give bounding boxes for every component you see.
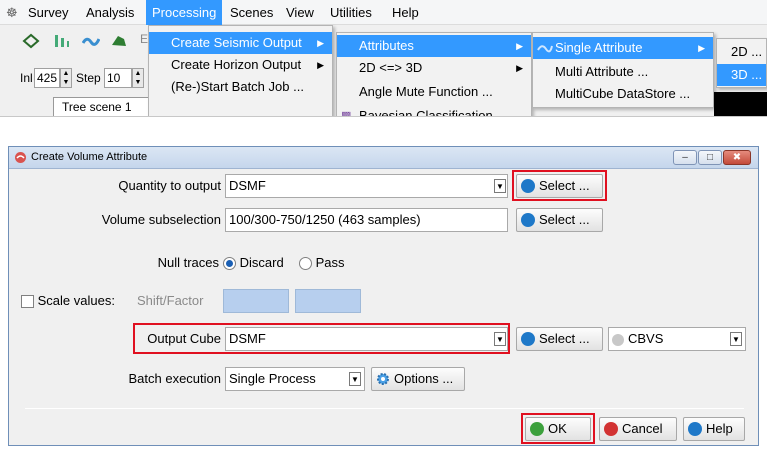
scale-values-option[interactable]: Scale values:: [21, 289, 115, 313]
batch-dropdown-arrow-icon[interactable]: ▼: [349, 372, 361, 386]
dialog-separator: [25, 408, 744, 409]
menu-processing[interactable]: Processing: [146, 0, 223, 25]
menu-item-angle-mute-function[interactable]: Angle Mute Function ...: [337, 81, 531, 103]
pass-radio[interactable]: [299, 257, 312, 271]
dialog-app-icon: [15, 152, 26, 163]
help-icon: [688, 421, 702, 436]
submenu-arrow-icon: ▶: [698, 43, 705, 53]
move-tool-icon[interactable]: [22, 33, 40, 49]
menu-item-create-seismic-output[interactable]: Create Seismic Output ▶: [149, 32, 332, 54]
menu-item-multi-attribute[interactable]: Multi Attribute ...: [533, 61, 713, 83]
app-icon: ☸: [6, 5, 18, 20]
submenu-arrow-icon: ▶: [516, 41, 523, 51]
menu-item-2d[interactable]: 2D ...: [717, 41, 766, 63]
horizon-tool-icon[interactable]: [82, 33, 100, 49]
quantity-dropdown-arrow-icon[interactable]: ▼: [494, 179, 506, 193]
viewer-canvas: [714, 92, 767, 116]
output-cube-label: Output Cube: [147, 331, 221, 346]
menu-item-attributes[interactable]: Attributes ▶: [337, 35, 531, 57]
factor-field: [295, 289, 361, 313]
inl-input[interactable]: 425: [34, 68, 60, 88]
options-button[interactable]: Options ...: [371, 367, 465, 391]
step-input[interactable]: 10: [104, 68, 132, 88]
volume-subselection-field[interactable]: 100/300-750/1250 (463 samples): [225, 208, 508, 232]
maximize-button[interactable]: □: [698, 150, 722, 165]
menu-item-single-attribute[interactable]: Single Attribute ▶: [533, 37, 713, 59]
quantity-label: Quantity to output: [118, 178, 221, 193]
shift-factor-label: Shift/Factor: [137, 293, 204, 308]
submenu-arrow-icon: ▶: [317, 60, 324, 70]
minimize-button[interactable]: –: [673, 150, 697, 165]
dialog-titlebar: Create Volume Attribute – □ ✖: [9, 147, 758, 169]
menu-view[interactable]: View: [280, 0, 320, 25]
menu-item-bayesian-classification[interactable]: ▩ Bayesian Classification: [337, 105, 531, 117]
step-label: Step: [76, 71, 101, 85]
null-traces-discard-option[interactable]: Discard: [223, 251, 284, 275]
menu-help[interactable]: Help: [386, 0, 425, 25]
inl-spin-button[interactable]: ▲ ▼: [60, 68, 72, 88]
scale-values-checkbox[interactable]: [21, 295, 34, 309]
batch-execution-label: Batch execution: [128, 371, 221, 386]
menu-item-create-horizon-output[interactable]: Create Horizon Output ▶: [149, 54, 332, 76]
menu-screenshot: ☸ Survey Analysis Processing Scenes View…: [0, 0, 767, 117]
checkmark-icon: [530, 421, 544, 436]
well-tool-icon[interactable]: [52, 33, 70, 49]
create-volume-attribute-dialog: Create Volume Attribute – □ ✖ Quantity t…: [8, 146, 759, 446]
output-cube-dropdown-arrow-icon[interactable]: ▼: [494, 332, 506, 346]
menu-analysis[interactable]: Analysis: [80, 0, 140, 25]
menu-item-restart-batch-job[interactable]: (Re-)Start Batch Job ...: [149, 76, 332, 98]
batch-execution-dropdown[interactable]: Single Process: [225, 367, 365, 391]
help-button[interactable]: Help: [683, 417, 745, 441]
output-cube-select-button[interactable]: Select ...: [516, 327, 603, 351]
submenu-arrow-icon: ▶: [317, 38, 324, 48]
bayesian-icon: ▩: [341, 110, 352, 117]
menu-utilities[interactable]: Utilities: [324, 0, 378, 25]
attribute-icon: [537, 45, 553, 53]
step-spin-button[interactable]: ▲ ▼: [132, 68, 144, 88]
processing-menu: Create Seismic Output ▶ Create Horizon Ou…: [148, 25, 333, 116]
ok-button[interactable]: OK: [525, 417, 591, 441]
gear-icon: [377, 372, 389, 385]
highlight-box-select: [512, 170, 607, 201]
volume-subselection-label: Volume subselection: [101, 212, 221, 227]
seismic-output-submenu: Attributes ▶ 2D <=> 3D ▶ Angle Mute Functi…: [336, 32, 532, 117]
shift-field: [223, 289, 289, 313]
menu-survey[interactable]: Survey: [22, 0, 74, 25]
menu-item-3d[interactable]: 3D ...: [717, 64, 766, 86]
format-dropdown-arrow-icon[interactable]: ▼: [730, 332, 742, 346]
menu-item-2d-3d[interactable]: 2D <=> 3D ▶: [337, 57, 531, 79]
cancel-icon: [604, 421, 618, 436]
fault-tool-icon[interactable]: [110, 33, 128, 49]
format-dropdown[interactable]: CBVS: [608, 327, 746, 351]
menu-item-multicube-datastore[interactable]: MultiCube DataStore ...: [533, 83, 713, 105]
toolbar: E Inl 425 ▲ ▼ Step 10 ▲ ▼ Tree scene 1: [0, 25, 150, 116]
dimension-submenu: 2D ... 3D ...: [716, 38, 767, 88]
menu-scenes[interactable]: Scenes: [224, 0, 279, 25]
list-icon: [521, 212, 535, 227]
menu-bar: ☸ Survey Analysis Processing Scenes View…: [0, 0, 767, 25]
output-cube-dropdown[interactable]: DSMF: [225, 327, 508, 351]
null-traces-label: Null traces: [157, 255, 219, 270]
discard-radio[interactable]: [223, 257, 236, 271]
quantity-dropdown[interactable]: DSMF: [225, 174, 508, 198]
format-icon: [612, 333, 624, 346]
attributes-submenu: Single Attribute ▶ Multi Attribute ... Mu…: [532, 32, 714, 108]
tree-scene-tab[interactable]: Tree scene 1: [53, 97, 150, 116]
list-icon: [521, 331, 535, 346]
null-traces-pass-option[interactable]: Pass: [299, 251, 345, 275]
inl-label: Inl: [20, 71, 33, 85]
volume-select-button[interactable]: Select ...: [516, 208, 603, 232]
cancel-button[interactable]: Cancel: [599, 417, 677, 441]
dialog-title: Create Volume Attribute: [31, 151, 148, 163]
close-button[interactable]: ✖: [723, 150, 751, 165]
submenu-arrow-icon: ▶: [516, 63, 523, 73]
